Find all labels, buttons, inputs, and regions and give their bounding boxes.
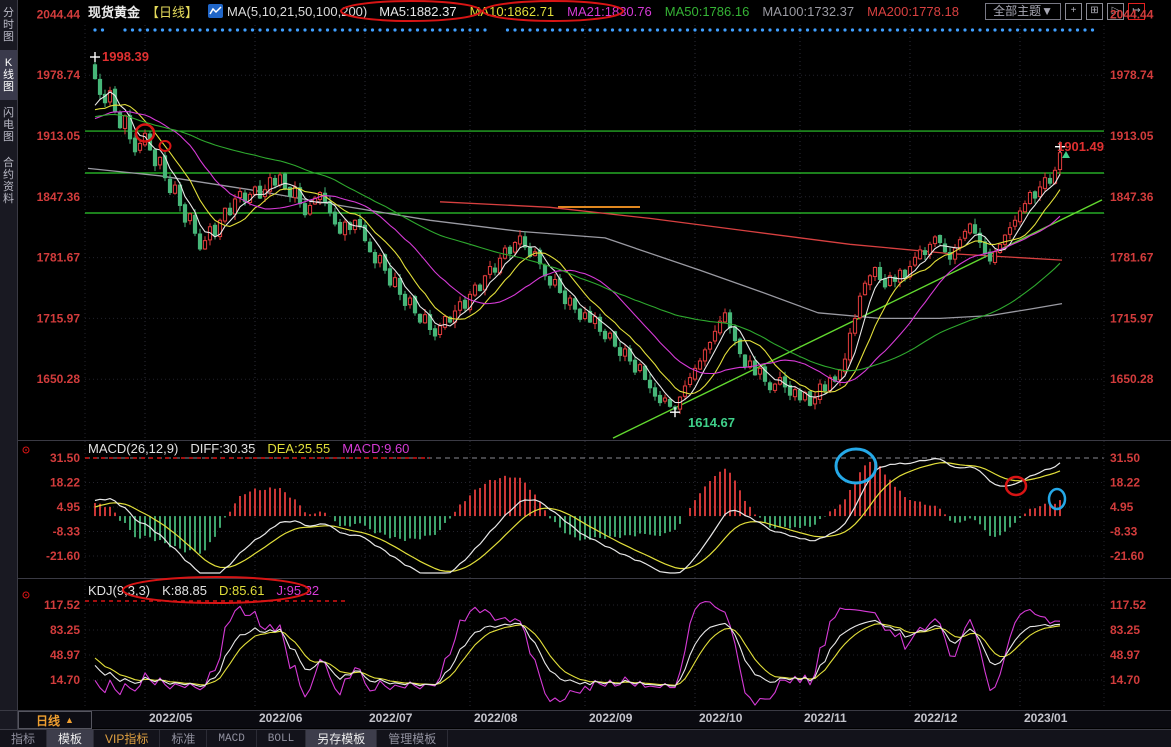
footer-tab-6[interactable]: BOLL [257, 730, 306, 747]
theme-dropdown[interactable]: 全部主题▼ [985, 3, 1061, 20]
ma-value-4: MA50:1786.16 [665, 4, 750, 19]
macd-title: MACD(26,12,9) [88, 441, 178, 456]
caret-up-icon: ▲ [65, 715, 74, 725]
footer-tab-2[interactable]: 模板 [47, 730, 94, 747]
annotation-circle [160, 141, 171, 151]
ma-value-5: MA100:1732.37 [762, 4, 854, 19]
macd-axis-right-label: 4.95 [1110, 500, 1134, 514]
annotation-circle [836, 449, 876, 483]
ma-value-2: MA10:1862.71 [470, 4, 555, 19]
price-axis-right-label: 1847.36 [1110, 190, 1154, 204]
ma-value-3: MA21:1830.76 [567, 4, 652, 19]
macd-axis-right-label: -8.33 [1110, 524, 1138, 538]
left-chart-type-sidebar: 分时图K线图闪电图合约资料 [0, 0, 18, 729]
price-axis-right-label: 1978.74 [1110, 68, 1154, 82]
panel-marker-icon [23, 447, 29, 453]
price-axis-right-label: 1913.05 [1110, 129, 1154, 143]
ma-legend: MA5:1882.37 MA10:1862.71 MA21:1830.76 MA50:… [379, 4, 959, 19]
period-selector-label: 日线 [36, 712, 60, 729]
price-marker-label: 1998.39 [102, 49, 149, 64]
price-marker-label: 1614.67 [688, 415, 735, 430]
kline-chart-canvas[interactable]: 2022/052022/062022/072022/082022/092022/… [0, 0, 1171, 747]
macd-diff-value: DIFF:30.35 [190, 441, 255, 456]
line-chart-icon [208, 4, 223, 18]
kdj-axis-right-label: 14.70 [1110, 673, 1140, 687]
jump-to-latest-icon[interactable]: ↦ [1128, 3, 1145, 20]
ma-value-6: MA200:1778.18 [867, 4, 959, 19]
chart-header: 现货黄金 【日线】 MA(5,10,21,50,100,200) MA5:188… [18, 0, 1171, 22]
kdj-panel-header: KDJ(9,3,3) K:88.85 D:85.61 J:95.32 [88, 583, 319, 598]
period-tag: 【日线】 [146, 2, 198, 21]
crosshair-icon[interactable]: + [1065, 3, 1082, 20]
footer-tab-3[interactable]: VIP指标 [94, 730, 160, 747]
macd-panel-header: MACD(26,12,9) DIFF:30.35 DEA:25.55 MACD:… [88, 441, 409, 456]
annotation-circle [1049, 489, 1065, 509]
kdj-axis-left-label: 48.97 [50, 648, 80, 662]
period-selector[interactable]: 日线 ▲ [18, 711, 92, 729]
kdj-axis-right-label: 48.97 [1110, 648, 1140, 662]
footer-tab-4[interactable]: 标准 [160, 730, 207, 747]
footer-tab-8[interactable]: 管理模板 [377, 730, 448, 747]
macd-axis-left-label: 4.95 [57, 500, 81, 514]
kdj-axis-right-label: 117.52 [1110, 598, 1146, 612]
price-axis-right-label: 1650.28 [1110, 372, 1154, 386]
sidebar-item-4[interactable]: 合约资料 [0, 150, 17, 212]
date-axis-row [0, 711, 1171, 728]
ma-group-label: MA(5,10,21,50,100,200) [227, 4, 367, 19]
indicator-tabbar: 指标模板VIP指标标准MACDBOLL另存模板管理模板 [0, 729, 1171, 747]
price-axis-left-label: 1978.74 [37, 68, 81, 82]
kdj-axis-right-label: 83.25 [1110, 623, 1140, 637]
macd-axis-right-label: 31.50 [1110, 451, 1140, 465]
footer-tab-7[interactable]: 另存模板 [306, 730, 377, 747]
annotation-circle [136, 125, 154, 142]
kdj-k-value: K:88.85 [162, 583, 207, 598]
price-axis-left-label: 1650.28 [37, 372, 81, 386]
macd-axis-left-label: -8.33 [53, 524, 81, 538]
sidebar-item-2[interactable]: K线图 [0, 50, 17, 100]
panel-marker-icon [23, 592, 29, 598]
macd-axis-right-label: 18.22 [1110, 475, 1140, 489]
kdj-title: KDJ(9,3,3) [88, 583, 150, 598]
fit-axis-icon[interactable]: ⊞ [1086, 3, 1103, 20]
kdj-axis-left-label: 83.25 [50, 623, 80, 637]
price-marker-label: 1901.49 [1057, 139, 1104, 154]
footer-tab-1[interactable]: 指标 [0, 730, 47, 747]
macd-axis-left-label: 31.50 [50, 451, 80, 465]
macd-axis-left-label: 18.22 [50, 475, 80, 489]
kdj-axis-left-label: 117.52 [44, 598, 80, 612]
header-toolbar: 全部主题▼ + ⊞ ▷ ↦ [985, 3, 1145, 20]
kdj-j-value: J:95.32 [277, 583, 320, 598]
price-axis-left-label: 1847.36 [37, 190, 81, 204]
annotation-circle [1006, 477, 1026, 495]
macd-axis-right-label: -21.60 [1110, 549, 1144, 563]
macd-dea-value: DEA:25.55 [267, 441, 330, 456]
ma-value-1: MA5:1882.37 [379, 4, 456, 19]
symbol-name: 现货黄金 [88, 2, 140, 21]
buy-signal-marker [1062, 151, 1070, 158]
kdj-d-value: D:85.61 [219, 583, 265, 598]
macd-value: MACD:9.60 [342, 441, 409, 456]
sidebar-item-1[interactable]: 分时图 [0, 0, 17, 50]
price-axis-left-label: 1715.97 [37, 311, 81, 325]
sidebar-item-3[interactable]: 闪电图 [0, 100, 17, 150]
kdj-axis-left-label: 14.70 [50, 673, 80, 687]
price-axis-right-label: 1715.97 [1110, 311, 1154, 325]
macd-axis-left-label: -21.60 [46, 549, 80, 563]
footer-tab-5[interactable]: MACD [207, 730, 256, 747]
price-axis-left-label: 1913.05 [37, 129, 81, 143]
price-axis-left-label: 1781.67 [37, 251, 81, 265]
price-axis-right-label: 1781.67 [1110, 251, 1154, 265]
pan-right-icon[interactable]: ▷ [1107, 3, 1124, 20]
